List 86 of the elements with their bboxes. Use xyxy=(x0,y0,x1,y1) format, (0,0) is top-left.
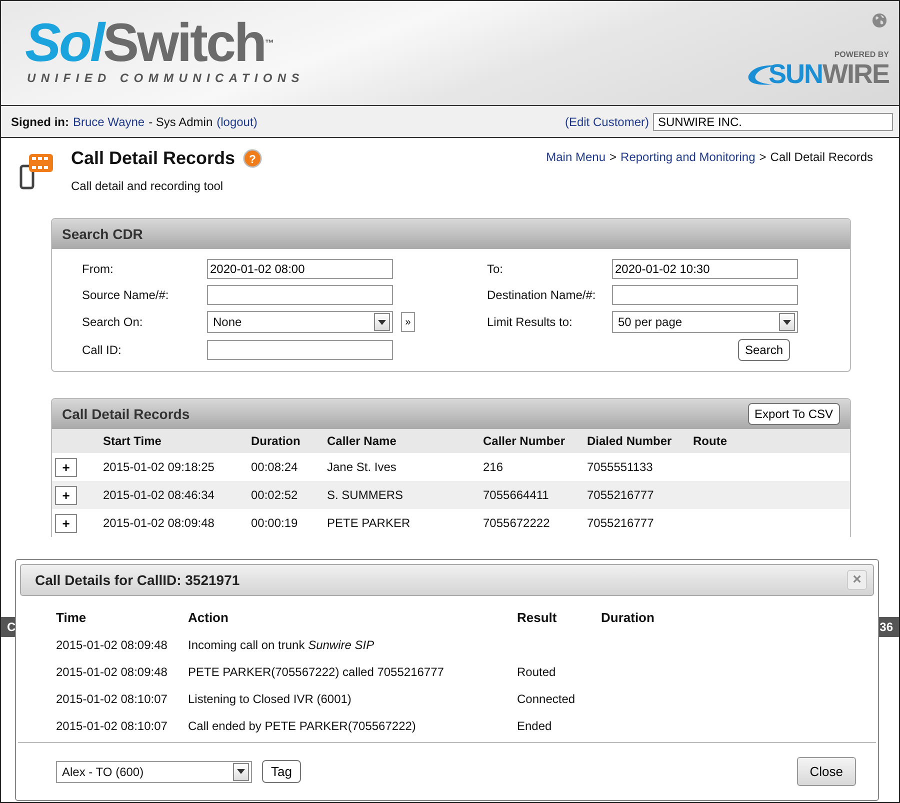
panel-title: Search CDR xyxy=(62,226,143,242)
call-id-field[interactable] xyxy=(207,340,393,360)
column-header: Result xyxy=(517,610,558,625)
table-cell: 2015-01-02 08:46:34 xyxy=(102,481,250,509)
table-cell: 00:00:19 xyxy=(250,509,326,537)
breadcrumb-link[interactable]: Main Menu xyxy=(546,150,606,164)
expand-button[interactable]: + xyxy=(55,514,77,532)
table-cell-text: 2015-01-02 08:10:07 xyxy=(56,719,168,733)
column-header: Duration xyxy=(601,610,656,625)
column-header: Caller Number xyxy=(482,429,586,453)
from-field[interactable]: 2020-01-02 08:00 xyxy=(207,259,393,279)
table-cell-text: Incoming call on trunk Sunwire SIP xyxy=(188,638,376,652)
to-field[interactable]: 2020-01-02 10:30 xyxy=(612,259,798,279)
table-cell: 7055216777 xyxy=(586,481,692,509)
table-cell: 2015-01-02 08:09:48 xyxy=(102,509,250,537)
edit-customer-link[interactable]: (Edit Customer) xyxy=(564,114,649,128)
column-header: Time xyxy=(56,610,88,625)
panel-title: Call Detail Records xyxy=(62,406,190,422)
field-label: Limit Results to: xyxy=(487,315,574,329)
dialog-title: Call Details for CallID: 3521971 xyxy=(35,572,240,588)
column-header: Duration xyxy=(250,429,326,453)
logo-tagline: UNIFIED COMMUNICATIONS xyxy=(27,71,305,85)
phone-film-icon xyxy=(19,152,55,192)
field-label: From: xyxy=(82,262,114,276)
column-header: Action xyxy=(188,610,230,625)
breadcrumb-separator: > xyxy=(610,150,617,164)
tag-dropdown[interactable]: Alex - TO (600) xyxy=(56,760,252,782)
table-cell-text: 2015-01-02 08:09:48 xyxy=(56,638,168,652)
expand-button[interactable]: + xyxy=(55,458,77,476)
breadcrumb-separator: > xyxy=(759,150,766,164)
table-cell: 216 xyxy=(482,453,586,481)
table-cell-text: PETE PARKER(705567222) called 7055216777 xyxy=(188,665,445,679)
column-header: Dialed Number xyxy=(586,429,692,453)
footer-text: C xyxy=(7,620,16,634)
table-cell-text: 2015-01-02 08:10:07 xyxy=(56,692,168,706)
table-cell: 2015-01-02 09:18:25 xyxy=(102,453,250,481)
tag-button[interactable]: Tag xyxy=(262,760,301,783)
more-button[interactable]: » xyxy=(401,312,415,332)
field-label: To: xyxy=(487,262,504,276)
table-cell-text: Ended xyxy=(517,719,553,733)
table-cell: PETE PARKER xyxy=(326,509,482,537)
page-title: Call Detail Records xyxy=(71,148,236,169)
search-button[interactable]: Search xyxy=(738,339,790,361)
destination-field[interactable] xyxy=(612,285,798,305)
caret-icon xyxy=(378,320,386,324)
breadcrumb-current: Call Detail Records xyxy=(770,150,873,164)
table-cell-text: Listening to Closed IVR (6001) xyxy=(188,692,352,706)
table-cell: 7055664411 xyxy=(482,481,586,509)
table-cell: 00:08:24 xyxy=(250,453,326,481)
table-cell: 7055551133 xyxy=(586,453,692,481)
table-cell: 7055216777 xyxy=(586,509,692,537)
caret-icon xyxy=(237,769,245,774)
powered-by-label: POWERED BY xyxy=(834,50,889,59)
globe-icon[interactable] xyxy=(872,13,887,28)
caret-icon xyxy=(783,320,791,324)
table-cell-text: 2015-01-02 08:09:48 xyxy=(56,665,168,679)
field-label: Destination Name/#: xyxy=(487,288,597,302)
user-link[interactable]: Bruce Wayne xyxy=(73,114,145,128)
column-header: Route xyxy=(692,429,850,453)
footer-text: 36 xyxy=(880,620,893,634)
table-cell-text: Connected xyxy=(517,692,576,706)
expand-button[interactable]: + xyxy=(55,486,77,504)
table-cell: Jane St. Ives xyxy=(326,453,482,481)
page-subtitle: Call detail and recording tool xyxy=(71,179,224,193)
breadcrumb-link[interactable]: Reporting and Monitoring xyxy=(620,150,756,164)
source-field[interactable] xyxy=(207,285,393,305)
field-label: Call ID: xyxy=(82,343,122,357)
signed-in-label: Signed in: xyxy=(11,114,69,128)
logout-link[interactable]: (logout) xyxy=(216,114,258,128)
logo: SolSwitch™ xyxy=(25,15,276,71)
brand-name: SUNWIRE xyxy=(768,59,889,90)
close-button[interactable]: Close xyxy=(796,757,856,786)
customer-field[interactable]: SUNWIRE INC. xyxy=(653,112,893,130)
user-role: - Sys Admin xyxy=(148,114,213,128)
field-label: Search On: xyxy=(82,315,144,329)
table-cell: 00:02:52 xyxy=(250,481,326,509)
table-cell-text: Call ended by PETE PARKER(705567222) xyxy=(188,719,417,733)
table-cell: 7055672222 xyxy=(482,509,586,537)
limit-dropdown[interactable]: 50 per page xyxy=(612,311,798,333)
table-cell: S. SUMMERS xyxy=(326,481,482,509)
column-header: Caller Name xyxy=(326,429,482,453)
export-button[interactable]: Export To CSV xyxy=(748,403,840,425)
table-cell-text: Routed xyxy=(517,665,557,679)
search-on-dropdown[interactable]: None xyxy=(207,311,393,333)
field-label: Source Name/#: xyxy=(82,288,170,302)
column-header: Start Time xyxy=(102,429,250,453)
